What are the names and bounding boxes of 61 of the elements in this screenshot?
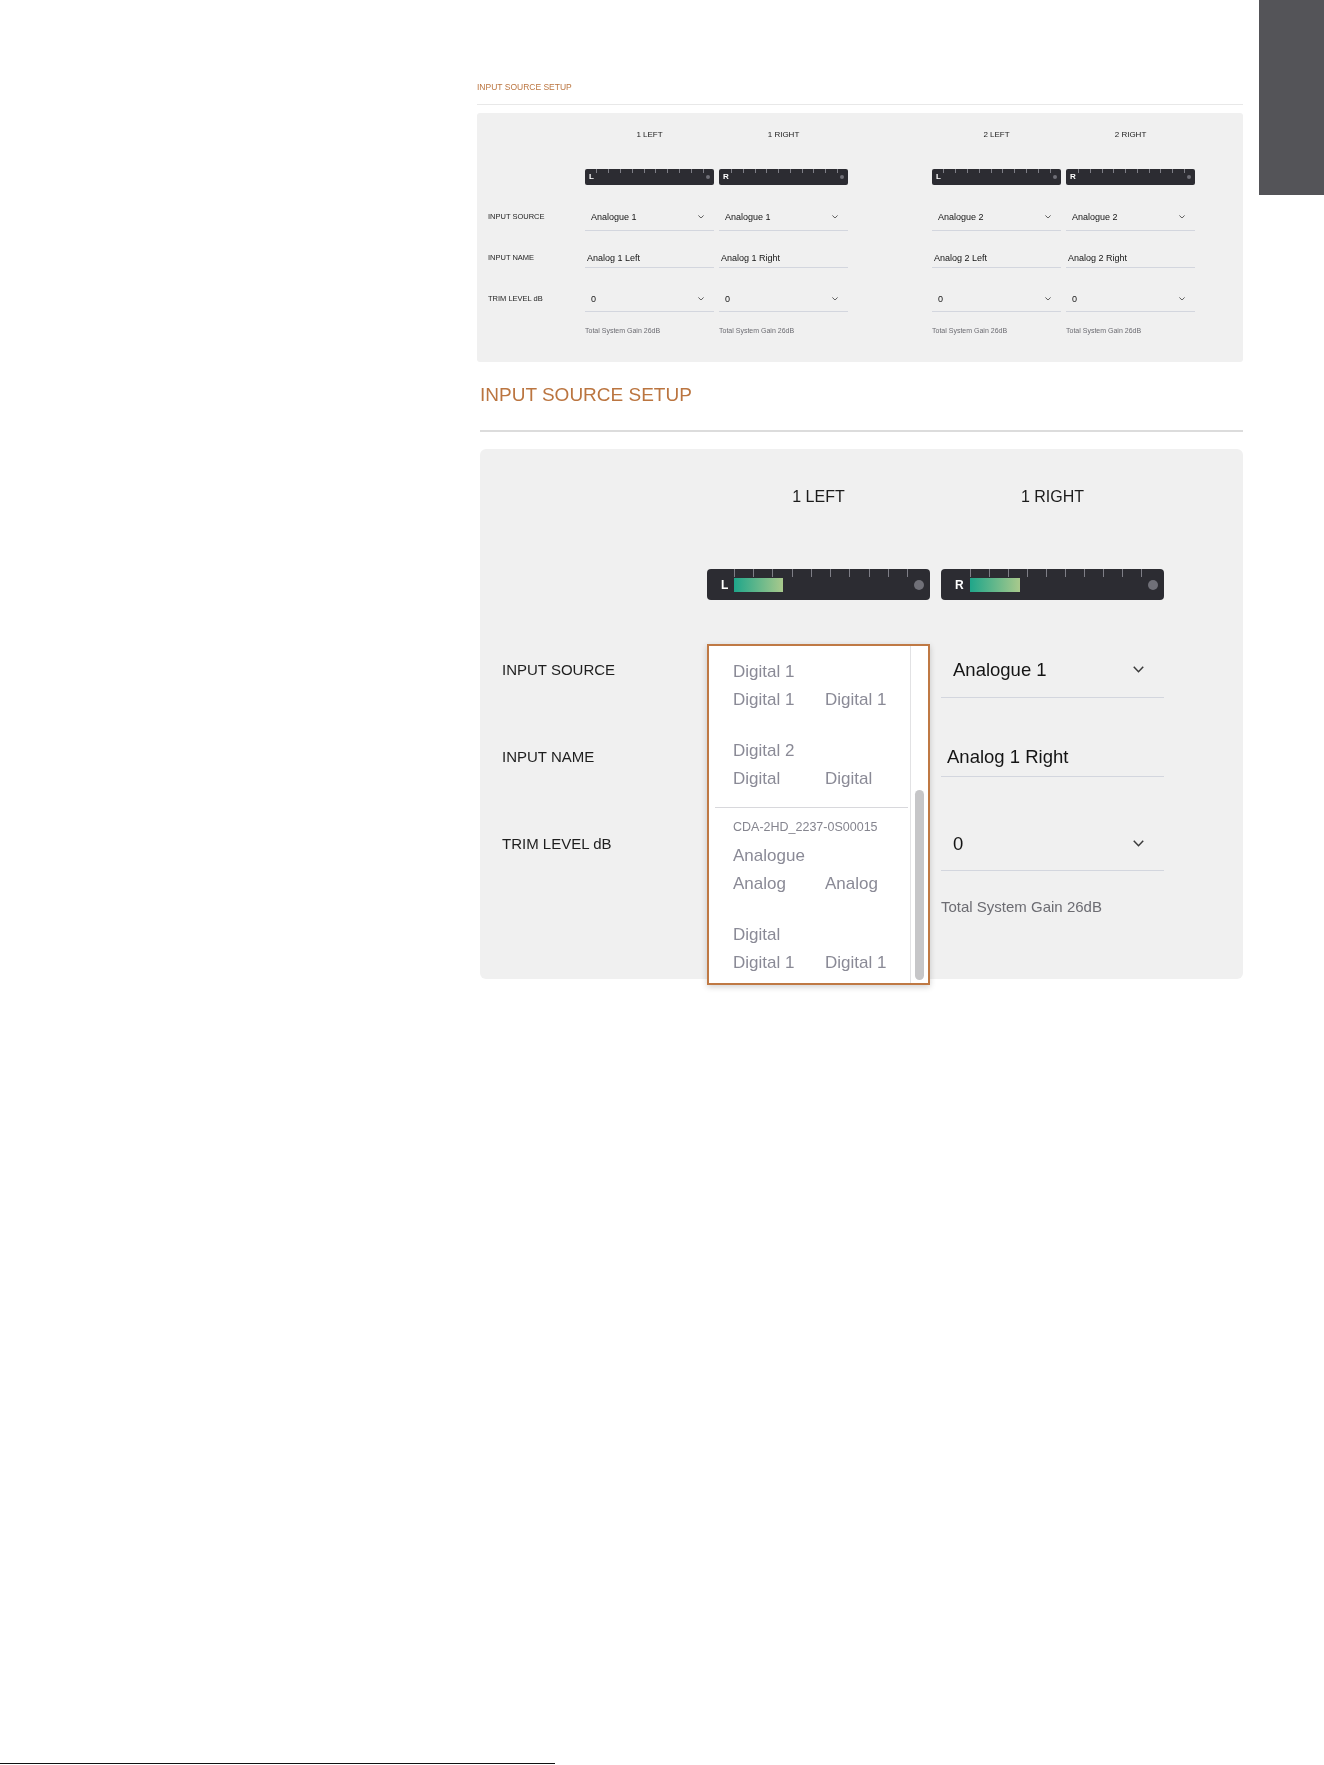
- channel-letter: R: [723, 173, 729, 181]
- indicator-dot-icon: [706, 175, 710, 179]
- section-title: INPUT SOURCE SETUP: [477, 81, 572, 93]
- channel-letter: R: [955, 578, 964, 591]
- chevron-down-icon: [1179, 296, 1185, 301]
- channel-letter: R: [1070, 173, 1076, 181]
- channel-header: 2 LEFT: [983, 129, 1010, 141]
- select-field[interactable]: 0: [585, 284, 714, 312]
- channel-label: Digital 1: [825, 689, 887, 711]
- scrollbar-thumb[interactable]: [915, 790, 924, 980]
- channel-header: 1 LEFT: [792, 487, 845, 507]
- chevron-down-icon: [832, 296, 838, 301]
- select-field[interactable]: Analogue 2: [932, 203, 1061, 231]
- channel-letter: L: [589, 173, 594, 181]
- row-label: INPUT SOURCE: [502, 660, 616, 680]
- channel-label: Digital 1: [825, 952, 887, 974]
- dropdown-menu[interactable]: Digital 1 Digital 1 Digital 1 Digital 2 Digital Digital CDA-2HD_2237-0S00015 Analogue Analog Analog Digital Digital 1 Digital 1: [707, 644, 930, 985]
- indicator-dot-icon: [914, 579, 924, 590]
- chevron-down-icon: [1133, 666, 1144, 673]
- chevron-down-icon: [1133, 840, 1144, 847]
- indicator-dot-icon: [1053, 175, 1057, 179]
- channel-header: 1 RIGHT: [767, 129, 800, 141]
- select-field[interactable]: 0: [941, 815, 1164, 871]
- select-field[interactable]: Analogue 2: [1066, 203, 1195, 231]
- select-field[interactable]: 0: [719, 284, 848, 312]
- channel-label: Analog: [825, 873, 878, 895]
- text-field[interactable]: Analog 1 Left: [585, 240, 714, 268]
- chevron-down-icon: [1045, 214, 1051, 219]
- channel-label: Digital: [825, 768, 873, 790]
- select-field[interactable]: Analogue 1: [585, 203, 714, 231]
- select-field[interactable]: 0: [932, 284, 1061, 312]
- channel-label: Digital 1: [733, 952, 795, 974]
- chevron-down-icon: [1045, 296, 1051, 301]
- text-field[interactable]: Analog 1 Right: [719, 240, 848, 268]
- row-label: INPUT NAME: [502, 747, 595, 767]
- option-label[interactable]: Analogue: [733, 844, 805, 868]
- text-field[interactable]: Analog 2 Left: [932, 240, 1061, 268]
- chevron-down-icon: [698, 296, 704, 301]
- channel-label: Digital 1: [733, 689, 795, 711]
- indicator-dot-icon: [1187, 175, 1191, 179]
- chevron-down-icon: [698, 214, 704, 219]
- channel-label: Analog: [733, 873, 786, 895]
- channel-letter: L: [936, 173, 941, 181]
- select-field[interactable]: Analogue 1: [941, 642, 1164, 698]
- channel-letter: L: [721, 578, 729, 591]
- section-title: INPUT SOURCE SETUP: [480, 383, 692, 407]
- channel-header: 1 RIGHT: [1020, 487, 1085, 507]
- row-label: TRIM LEVEL dB: [502, 834, 612, 854]
- text-field[interactable]: Analog 2 Right: [1066, 240, 1195, 268]
- indicator-dot-icon: [840, 175, 844, 179]
- select-field[interactable]: Analogue 1: [719, 203, 848, 231]
- channel-header: 2 RIGHT: [1114, 129, 1147, 141]
- channel-header: 1 LEFT: [636, 129, 663, 141]
- indicator-dot-icon: [1148, 579, 1158, 590]
- text-field[interactable]: Analog 1 Right: [941, 721, 1164, 777]
- channel-label: Digital: [733, 768, 781, 790]
- device-label: CDA-2HD_2237-0S00015: [733, 819, 878, 835]
- select-field[interactable]: 0: [1066, 284, 1195, 312]
- gain-note: Total System Gain 26dB: [941, 897, 1102, 917]
- chevron-down-icon: [832, 214, 838, 219]
- chevron-down-icon: [1179, 214, 1185, 219]
